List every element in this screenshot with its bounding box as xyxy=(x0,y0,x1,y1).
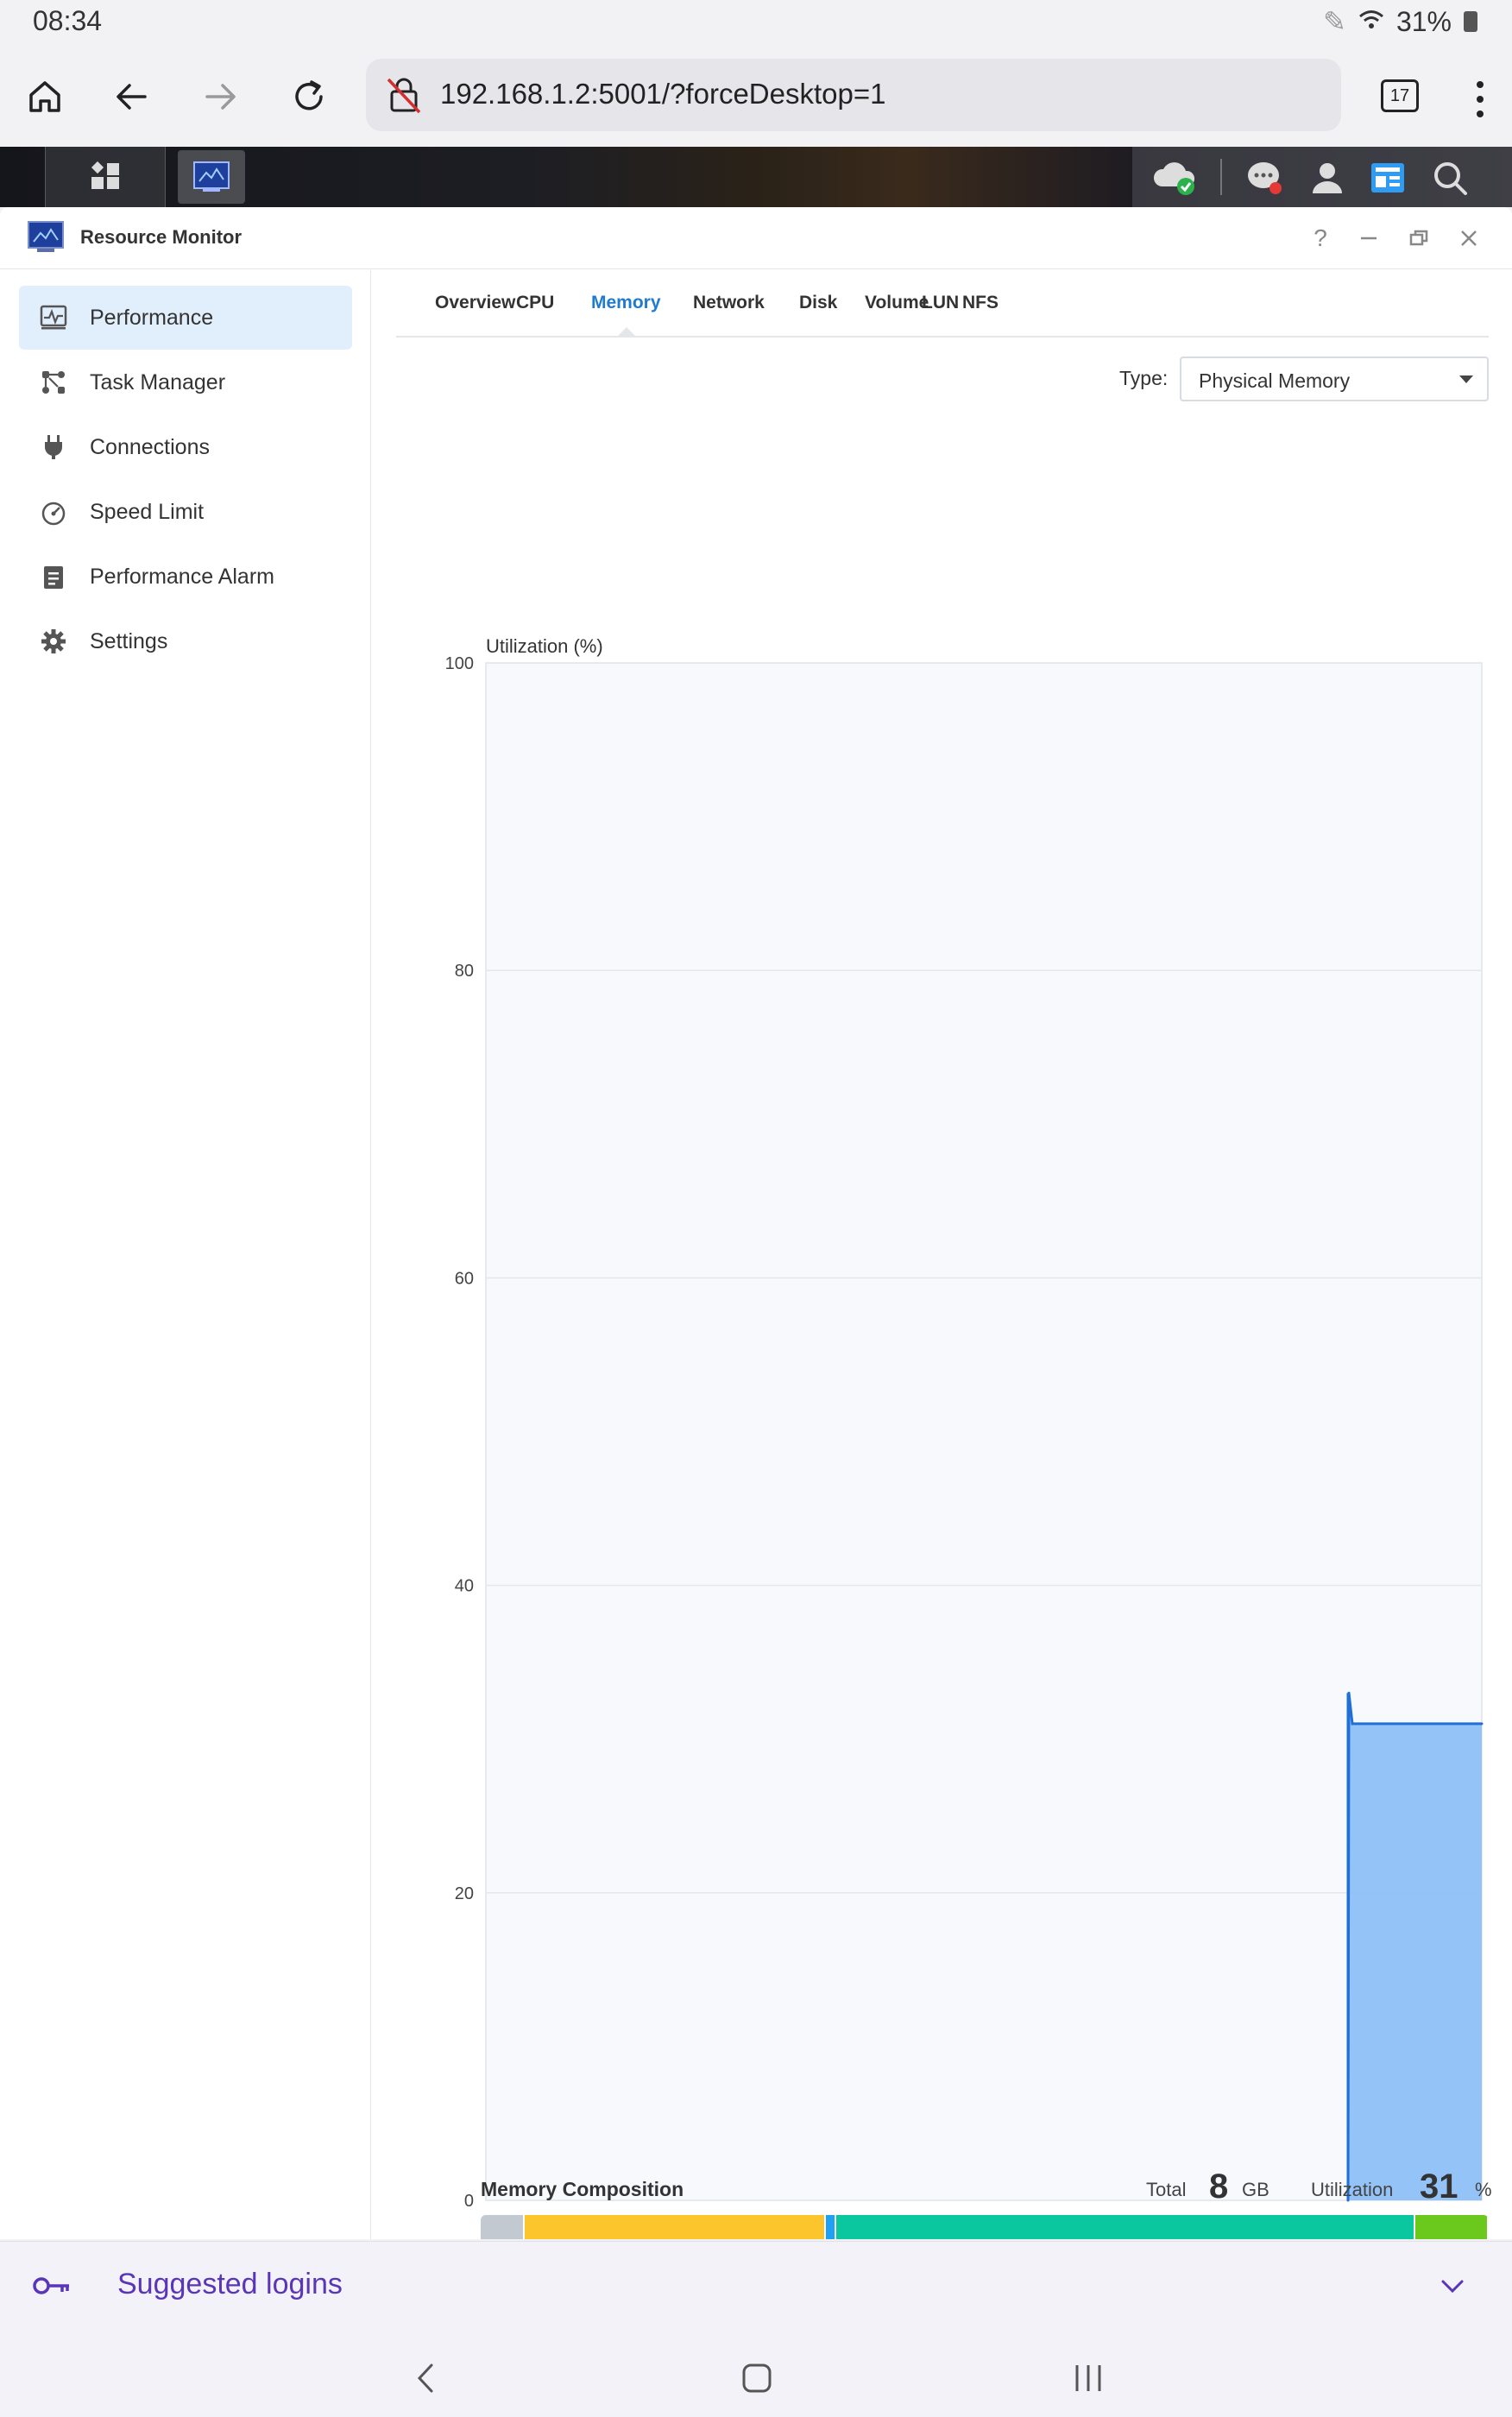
suggested-logins-label: Suggested logins xyxy=(117,2268,343,2300)
utilization-value: 31 xyxy=(1420,2168,1458,2206)
sidebar-item-label: Performance xyxy=(90,305,214,330)
taskbar-tray xyxy=(1132,147,1512,207)
window-title: Resource Monitor xyxy=(80,226,243,248)
task-manager-icon xyxy=(38,367,69,398)
main-content: Overview CPU Memory Network Disk Volume LUN NFS… xyxy=(372,270,1512,2239)
main-menu-button[interactable] xyxy=(45,147,166,207)
forward-icon[interactable] xyxy=(195,71,247,123)
y-axis-label: Utilization (%) xyxy=(486,635,603,657)
tray-divider xyxy=(1220,159,1222,195)
wifi-icon xyxy=(1358,6,1384,38)
gear-icon xyxy=(38,626,69,657)
total-label: Total xyxy=(1146,2179,1187,2200)
y-tick-label: 100 xyxy=(445,654,474,673)
tab-switcher-button[interactable]: 17 xyxy=(1381,79,1419,112)
resource-monitor-window: Resource Monitor ? Performance Task Manag… xyxy=(0,207,1512,2239)
widgets-icon[interactable] xyxy=(1369,159,1407,197)
clipboard-icon xyxy=(38,561,69,592)
url-text[interactable]: 192.168.1.2:5001/?forceDesktop=1 xyxy=(440,78,885,110)
cloud-sync-icon[interactable] xyxy=(1153,159,1195,197)
sidebar: Performance Task Manager Connections Speed … xyxy=(0,270,371,2239)
sidebar-item-label: Speed Limit xyxy=(90,499,205,524)
back-icon[interactable] xyxy=(105,71,157,123)
window-title-bar: Resource Monitor ? xyxy=(0,207,1512,269)
segment-free xyxy=(1414,2215,1489,2239)
key-icon xyxy=(31,2268,72,2304)
segment-used xyxy=(524,2215,827,2239)
sidebar-item-label: Connections xyxy=(90,434,210,459)
memory-composition-bar xyxy=(481,2215,1489,2239)
close-icon[interactable] xyxy=(1453,223,1484,254)
taskbar-resource-monitor[interactable] xyxy=(178,150,245,204)
battery-icon xyxy=(1464,11,1477,32)
main-menu-icon xyxy=(91,161,119,189)
insecure-lock-icon[interactable] xyxy=(383,74,425,116)
sidebar-item-label: Settings xyxy=(90,628,168,653)
restore-icon[interactable] xyxy=(1403,223,1434,254)
performance-icon xyxy=(38,302,69,333)
y-tick-label: 80 xyxy=(455,962,474,981)
android-status-bar: 08:34 ✎ 31% xyxy=(0,0,1512,45)
total-value: 8 xyxy=(1209,2168,1229,2206)
gauge-icon xyxy=(38,496,69,527)
y-tick-label: 60 xyxy=(455,1269,474,1288)
search-icon[interactable] xyxy=(1431,159,1469,197)
utilization-label: Utilization xyxy=(1311,2179,1394,2200)
dsm-taskbar xyxy=(0,147,1512,207)
memory-composition-title: Memory Composition xyxy=(481,2178,684,2200)
chat-icon[interactable] xyxy=(1246,159,1284,197)
browser-toolbar: 192.168.1.2:5001/?forceDesktop=1 17 xyxy=(0,45,1512,147)
status-time: 08:34 xyxy=(33,5,103,36)
sidebar-item-label: Performance Alarm xyxy=(90,564,274,589)
segment-buffer xyxy=(826,2215,837,2239)
address-bar[interactable]: 192.168.1.2:5001/?forceDesktop=1 xyxy=(366,59,1341,131)
user-icon[interactable] xyxy=(1308,159,1346,197)
android-nav-bar xyxy=(0,2331,1512,2417)
segment-cached xyxy=(836,2215,1415,2239)
series-area xyxy=(1348,1693,1482,2200)
total-unit: GB xyxy=(1242,2179,1269,2200)
sidebar-item-task-manager[interactable]: Task Manager xyxy=(19,350,352,414)
y-tick-label: 0 xyxy=(464,2192,474,2211)
nav-recents-icon[interactable] xyxy=(1067,2357,1110,2400)
sidebar-item-performance-alarm[interactable]: Performance Alarm xyxy=(19,545,352,609)
suggested-logins-bar[interactable]: Suggested logins xyxy=(0,2241,1512,2331)
sidebar-item-label: Task Manager xyxy=(90,369,226,394)
segment-reserved xyxy=(481,2215,525,2239)
sidebar-item-performance[interactable]: Performance xyxy=(19,286,352,350)
sidebar-item-speed-limit[interactable]: Speed Limit xyxy=(19,480,352,544)
plug-icon xyxy=(38,432,69,463)
status-icons: ✎ 31% xyxy=(1323,5,1477,38)
data-point xyxy=(1475,1722,1478,1726)
battery-percent: 31% xyxy=(1395,5,1452,37)
utilization-chart: 0 20 40 60 80 100 Utilization (%) xyxy=(445,635,1484,2211)
chevron-down-icon[interactable] xyxy=(1438,2271,1467,2300)
data-point xyxy=(1347,1691,1351,1694)
y-tick-label: 20 xyxy=(455,1884,474,1903)
help-icon[interactable]: ? xyxy=(1305,223,1336,254)
y-tick-label: 40 xyxy=(455,1577,474,1596)
pen-icon: ✎ xyxy=(1323,6,1346,37)
resource-monitor-icon xyxy=(193,161,230,192)
sidebar-item-settings[interactable]: Settings xyxy=(19,609,352,673)
utilization-unit: % xyxy=(1475,2179,1492,2200)
nav-back-icon[interactable] xyxy=(406,2357,449,2400)
plot-area xyxy=(485,662,1483,2201)
sidebar-item-connections[interactable]: Connections xyxy=(19,415,352,479)
data-point xyxy=(1351,1722,1354,1726)
home-icon[interactable] xyxy=(19,71,71,123)
more-options-icon[interactable] xyxy=(1467,78,1493,121)
minimize-icon[interactable] xyxy=(1353,223,1384,254)
resource-monitor-icon xyxy=(28,221,64,254)
nav-home-icon[interactable] xyxy=(735,2357,778,2400)
data-point xyxy=(1480,1722,1484,1726)
reload-icon[interactable] xyxy=(283,71,335,123)
